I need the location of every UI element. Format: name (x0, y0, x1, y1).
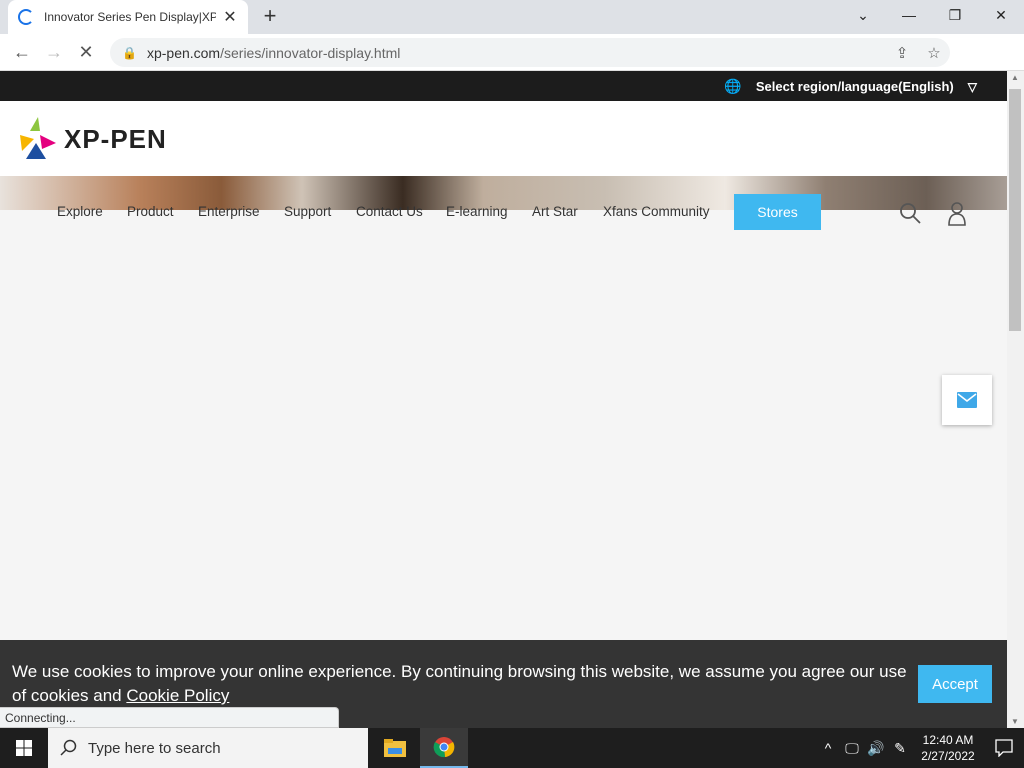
tab-close-icon[interactable]: ✕ (222, 7, 238, 27)
loading-spinner-icon (18, 9, 34, 25)
clock-time: 12:40 AM (922, 733, 974, 747)
network-icon[interactable]: 🖵 (840, 740, 864, 757)
address-bar[interactable]: 🔒 xp-pen.com/series/innovator-display.ht… (110, 38, 950, 67)
bookmark-star-icon[interactable]: ☆ (918, 44, 950, 62)
nav-support[interactable]: Support (284, 204, 331, 219)
tab-strip: Innovator Series Pen Display|XP- ✕ + ⌄ —… (0, 0, 1024, 34)
xp-pen-logo-icon (20, 117, 56, 159)
search-icon[interactable] (898, 201, 922, 225)
nav-xfans-community[interactable]: Xfans Community (603, 204, 710, 219)
chrome-icon (433, 737, 455, 758)
cookie-policy-link[interactable]: Cookie Policy (126, 686, 229, 705)
region-selector[interactable]: 🌐 Select region/language(English) ▽ (724, 78, 977, 95)
browser-toolbar: ← → ✕ 🔒 xp-pen.com/series/innovator-disp… (0, 34, 1024, 98)
site-logo[interactable]: XP-PEN (20, 117, 167, 161)
close-window-button[interactable]: ✕ (978, 0, 1024, 30)
logo-wordmark: XP-PEN (64, 123, 167, 154)
url-host: xp-pen.com (146, 44, 221, 61)
nav-explore[interactable]: Explore (57, 204, 103, 219)
scroll-up-arrow-icon[interactable]: ▲ (1011, 73, 1019, 82)
file-explorer-button[interactable] (371, 728, 419, 768)
scroll-down-arrow-icon[interactable]: ▼ (1011, 717, 1019, 726)
taskbar-search-icon (60, 739, 77, 756)
windows-taskbar: Type here to search ^ 🖵 🔊 ✎ 12:40 AM 2/2… (0, 728, 1024, 768)
page-viewport: 🌐 Select region/language(English) ▽ XP-P… (0, 71, 1007, 728)
restore-button[interactable]: ❐ (932, 0, 978, 30)
minimize-button[interactable]: — (886, 0, 932, 30)
lock-icon[interactable]: 🔒 (122, 46, 137, 60)
nav-e-learning[interactable]: E-learning (446, 204, 508, 219)
region-label: Select region/language(English) (755, 79, 954, 94)
share-icon[interactable]: ⇪ (886, 44, 918, 62)
globe-icon: 🌐 (724, 78, 742, 94)
forward-button[interactable]: → (41, 39, 67, 65)
url-path: /series/innovator-display.html (220, 44, 401, 61)
url-text[interactable]: xp-pen.com/series/innovator-display.html (147, 45, 886, 61)
chrome-taskbar-button[interactable] (420, 728, 468, 768)
mail-icon (957, 392, 977, 408)
windows-logo-icon (16, 740, 32, 756)
back-button[interactable]: ← (9, 39, 35, 65)
nav-contact-us[interactable]: Contact Us (356, 204, 423, 219)
volume-icon[interactable]: 🔊 (864, 740, 888, 757)
taskbar-search-box[interactable]: Type here to search (48, 728, 368, 768)
window-controls: ⌄ — ❐ ✕ (840, 0, 1024, 30)
site-top-bar: 🌐 Select region/language(English) ▽ (0, 71, 1007, 101)
system-clock[interactable]: 12:40 AM 2/27/2022 (912, 732, 984, 764)
user-account-icon[interactable] (946, 200, 968, 226)
cookie-message: We use cookies to improve your online ex… (12, 660, 912, 708)
scrollbar-thumb[interactable] (1009, 89, 1021, 331)
main-nav: Explore Product Enterprise Support Conta… (0, 193, 1007, 233)
file-explorer-icon (384, 739, 406, 757)
new-tab-button[interactable]: + (258, 4, 282, 28)
clock-date: 2/27/2022 (921, 749, 975, 763)
nav-product[interactable]: Product (127, 204, 174, 219)
browser-tab[interactable]: Innovator Series Pen Display|XP- ✕ (8, 0, 248, 34)
taskbar-search-placeholder: Type here to search (88, 739, 221, 757)
tab-search-icon[interactable]: ⌄ (840, 0, 886, 30)
nav-art-star[interactable]: Art Star (532, 204, 578, 219)
contact-mail-button[interactable] (942, 375, 992, 425)
nav-enterprise[interactable]: Enterprise (198, 204, 260, 219)
stop-loading-button[interactable]: ✕ (73, 39, 99, 65)
tab-title: Innovator Series Pen Display|XP- (44, 10, 216, 24)
system-tray: ^ 🖵 🔊 ✎ 12:40 AM 2/27/2022 (816, 728, 1024, 768)
status-bubble: Connecting... (0, 707, 339, 728)
start-button[interactable] (0, 728, 48, 768)
site-header: XP-PEN (0, 101, 1007, 176)
page-scrollbar[interactable]: ▲ ▼ (1007, 71, 1024, 728)
show-hidden-icons-chevron-icon[interactable]: ^ (816, 740, 840, 756)
chevron-down-icon: ▽ (967, 79, 977, 94)
accept-cookies-button[interactable]: Accept (918, 665, 992, 703)
stores-button[interactable]: Stores (734, 194, 821, 230)
notifications-button[interactable] (984, 739, 1024, 757)
notification-center-icon (995, 739, 1013, 757)
pen-icon[interactable]: ✎ (888, 740, 912, 757)
